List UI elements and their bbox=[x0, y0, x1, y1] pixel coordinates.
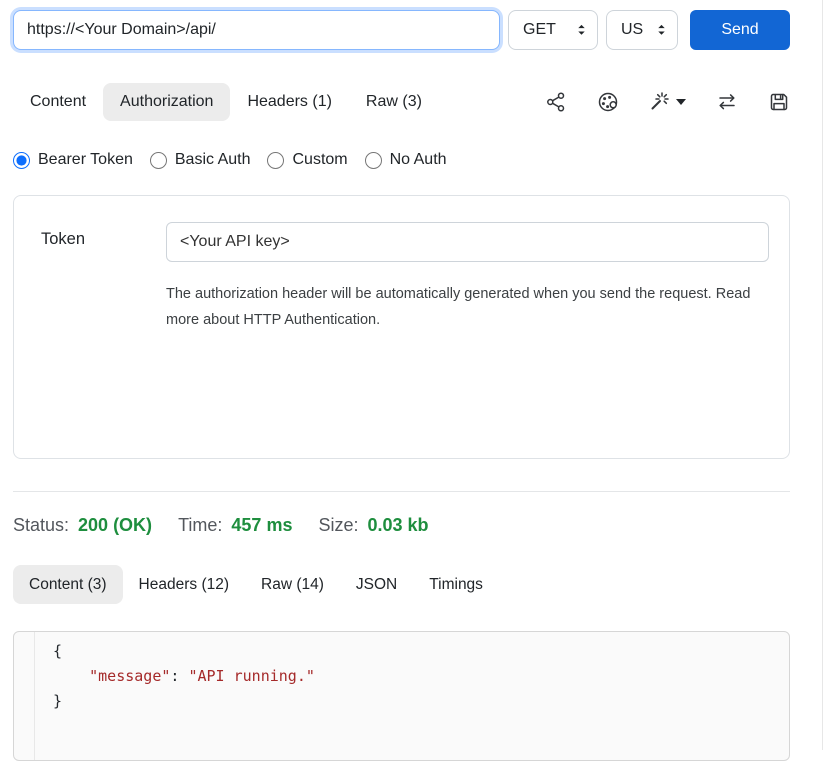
tab-headers[interactable]: Headers (1) bbox=[230, 83, 348, 121]
method-select[interactable]: GET bbox=[508, 10, 598, 50]
request-toolbar bbox=[545, 91, 790, 113]
region-select[interactable]: US bbox=[606, 10, 678, 50]
json-separator: : bbox=[170, 667, 188, 685]
json-value: "API running." bbox=[188, 667, 314, 685]
radio-bearer-token[interactable] bbox=[13, 152, 30, 169]
region-select-value: US bbox=[621, 21, 643, 39]
palette-icon bbox=[597, 91, 619, 113]
convert-button[interactable] bbox=[716, 91, 738, 113]
swap-icon bbox=[716, 91, 738, 113]
tab-authorization[interactable]: Authorization bbox=[103, 83, 230, 121]
tab-content[interactable]: Content bbox=[13, 83, 103, 121]
column-divider bbox=[822, 0, 823, 750]
auth-option-label: Bearer Token bbox=[38, 151, 133, 169]
time-label: Time: bbox=[178, 515, 222, 536]
json-indent bbox=[53, 667, 89, 685]
chevron-down-icon bbox=[676, 99, 686, 105]
json-open-brace: { bbox=[53, 642, 62, 660]
auth-option-basic-auth[interactable]: Basic Auth bbox=[150, 151, 251, 169]
auth-panel: Token The authorization header will be a… bbox=[13, 195, 790, 459]
token-label: Token bbox=[41, 230, 85, 249]
radio-no-auth[interactable] bbox=[365, 152, 382, 169]
auth-option-label: Basic Auth bbox=[175, 151, 251, 169]
auth-option-custom[interactable]: Custom bbox=[267, 151, 347, 169]
response-body: { "message": "API running."} bbox=[35, 632, 315, 760]
auth-option-label: Custom bbox=[292, 151, 347, 169]
response-tab-headers[interactable]: Headers (12) bbox=[123, 565, 245, 604]
size-label: Size: bbox=[318, 515, 358, 536]
request-bar: GET US Send bbox=[13, 10, 790, 50]
response-tab-timings[interactable]: Timings bbox=[413, 565, 499, 604]
save-button[interactable] bbox=[768, 91, 790, 113]
response-tab-json[interactable]: JSON bbox=[340, 565, 413, 604]
radio-custom[interactable] bbox=[267, 152, 284, 169]
auth-option-label: No Auth bbox=[390, 151, 447, 169]
request-tabs-row: Content Authorization Headers (1) Raw (3… bbox=[13, 83, 790, 121]
updown-icon bbox=[656, 23, 667, 37]
theme-button[interactable] bbox=[597, 91, 619, 113]
response-status-row: Status: 200 (OK) Time: 457 ms Size: 0.03… bbox=[13, 515, 790, 536]
api-client-page: GET US Send Content Authorization Header… bbox=[0, 0, 790, 761]
auth-help-text: The authorization header will be automat… bbox=[166, 282, 758, 333]
wand-icon bbox=[649, 91, 671, 113]
url-input[interactable] bbox=[13, 10, 500, 50]
method-select-value: GET bbox=[523, 21, 556, 39]
code-gutter bbox=[14, 632, 35, 760]
generate-code-button[interactable] bbox=[649, 91, 686, 113]
share-button[interactable] bbox=[545, 91, 567, 113]
share-icon bbox=[545, 91, 567, 113]
size-value: 0.03 kb bbox=[368, 515, 429, 536]
response-tabs-row: Content (3) Headers (12) Raw (14) JSON T… bbox=[13, 565, 790, 604]
auth-option-no-auth[interactable]: No Auth bbox=[365, 151, 447, 169]
send-button[interactable]: Send bbox=[690, 10, 790, 50]
updown-icon bbox=[576, 23, 587, 37]
auth-option-bearer-token[interactable]: Bearer Token bbox=[13, 151, 133, 169]
token-input[interactable] bbox=[166, 222, 769, 262]
size-stat: Size: 0.03 kb bbox=[318, 515, 428, 536]
radio-basic-auth[interactable] bbox=[150, 152, 167, 169]
status-stat: Status: 200 (OK) bbox=[13, 515, 152, 536]
save-icon bbox=[768, 91, 790, 113]
section-divider bbox=[13, 491, 790, 492]
response-tab-content[interactable]: Content (3) bbox=[13, 565, 123, 604]
response-tab-raw[interactable]: Raw (14) bbox=[245, 565, 340, 604]
status-value: 200 (OK) bbox=[78, 515, 152, 536]
response-body-box: { "message": "API running."} bbox=[13, 631, 790, 761]
time-stat: Time: 457 ms bbox=[178, 515, 292, 536]
time-value: 457 ms bbox=[231, 515, 292, 536]
status-label: Status: bbox=[13, 515, 69, 536]
json-key: "message" bbox=[89, 667, 170, 685]
tab-raw[interactable]: Raw (3) bbox=[349, 83, 439, 121]
auth-options: Bearer Token Basic Auth Custom No Auth bbox=[13, 151, 790, 169]
json-close-brace: } bbox=[53, 692, 62, 710]
